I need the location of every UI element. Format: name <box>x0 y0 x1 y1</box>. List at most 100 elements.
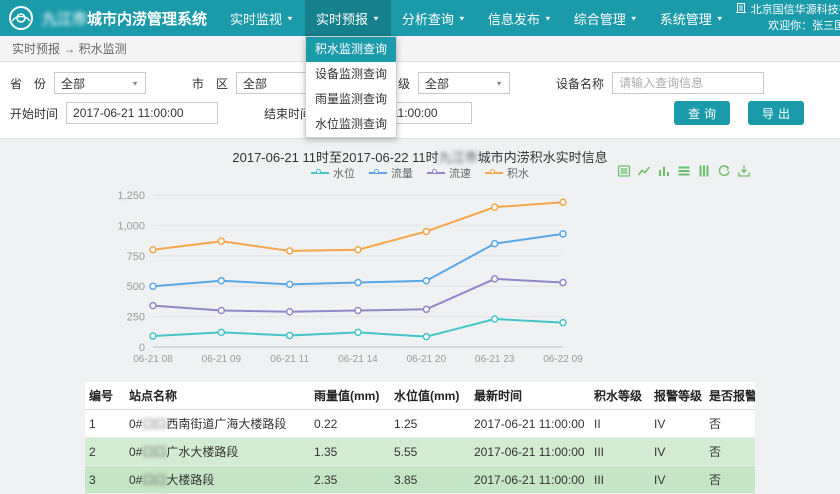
text-part: 广水大楼路段 <box>166 445 238 459</box>
table-row: 20#口口广水大楼路段1.355.552017-06-21 11:00:00II… <box>85 438 755 466</box>
device-label: 设备名称 <box>556 75 604 92</box>
dropdown-item-rainfall-monitor-query[interactable]: 雨量监测查询 <box>306 87 396 112</box>
cell-water-level: III <box>590 466 650 494</box>
text-part-redacted: 口口 <box>142 417 166 431</box>
data-table: 编号站点名称雨量值(mm)水位值(mm)最新时间积水等级报警等级是否报警 10#… <box>85 382 755 494</box>
menu-item-comprehensive-mgmt[interactable]: 综合管理▼ <box>563 0 649 36</box>
cell-is-alarm: 否 <box>705 410 755 438</box>
menu-item-analysis-query[interactable]: 分析查询▼ <box>391 0 477 36</box>
app-logo-icon <box>8 5 34 31</box>
legend-line-icon <box>427 172 445 174</box>
query-button[interactable]: 查询 <box>674 101 730 125</box>
table-header-cell: 是否报警 <box>705 382 755 410</box>
menu-item-label: 分析查询 <box>402 9 454 28</box>
table-header-cell: 雨量值(mm) <box>310 382 390 410</box>
menu-item-label: 信息发布 <box>488 9 540 28</box>
dropdown-item-waterlevel-monitor-query[interactable]: 水位监测查询 <box>306 112 396 137</box>
svg-text:06-21 11: 06-21 11 <box>270 354 309 365</box>
svg-text:750: 750 <box>127 251 145 263</box>
svg-text:06-21 20: 06-21 20 <box>407 354 447 365</box>
text-part: 西南街道广海大楼路段 <box>166 417 286 431</box>
svg-text:500: 500 <box>127 281 145 293</box>
toolbox-tiled-icon[interactable] <box>697 164 711 178</box>
svg-text:06-21 09: 06-21 09 <box>202 354 242 365</box>
toolbox-stack-icon[interactable] <box>677 164 691 178</box>
device-name-input[interactable] <box>612 72 764 94</box>
cell-alarm-level: IV <box>650 466 705 494</box>
cell-station-name: 0#口口广水大楼路段 <box>125 438 310 466</box>
toolbox-line-chart-icon[interactable] <box>637 164 651 178</box>
table-header-cell: 最新时间 <box>470 382 590 410</box>
chart-head: 水位 流量 流速 积水 <box>85 163 755 183</box>
company-icon <box>735 2 747 19</box>
city-label: 市 区 <box>192 75 228 92</box>
menu-item-system-mgmt[interactable]: 系统管理▼ <box>649 0 735 36</box>
menu-item-label: 系统管理 <box>660 9 712 28</box>
province-label: 省 份 <box>10 75 46 92</box>
table-row: 10#口口西南街道广海大楼路段0.221.252017-06-21 11:00:… <box>85 410 755 438</box>
cell-rain-value: 0.22 <box>310 410 390 438</box>
city-select-value: 全部 <box>243 75 267 92</box>
table-header-cell: 积水等级 <box>590 382 650 410</box>
dropdown-menu: 积水监测查询设备监测查询雨量监测查询水位监测查询 <box>305 36 397 138</box>
nav-left: 九江市城市内涝管理系统 实时监视▼实时预报▼分析查询▼信息发布▼综合管理▼系统管… <box>0 0 735 36</box>
export-button[interactable]: 导出 <box>748 101 804 125</box>
welcome-line: 欢迎你：张三国 ▼ ⚙ <box>768 19 840 34</box>
cell-is-alarm: 否 <box>705 466 755 494</box>
nav-right: 北京国信华源科技有限公司 欢迎你：张三国 ▼ ⚙ <box>735 0 840 36</box>
cell-water-value: 5.55 <box>390 438 470 466</box>
cell-latest-time: 2017-06-21 11:00:00 <box>470 410 590 438</box>
legend-dot-icon <box>490 169 495 174</box>
table-row: 30#口口大楼路段2.353.852017-06-21 11:00:00IIII… <box>85 466 755 494</box>
menu-item-label: 实时预报 <box>316 9 368 28</box>
legend-label: 水位 <box>333 165 355 181</box>
svg-text:06-22 09: 06-22 09 <box>543 354 583 365</box>
legend-item-流量[interactable]: 流量 <box>369 165 413 181</box>
user-welcome[interactable]: 欢迎你：张三国 <box>768 19 840 34</box>
toolbox-save-image-icon[interactable] <box>737 164 751 178</box>
chevron-down-icon: ▼ <box>544 14 552 21</box>
start-time-group: 开始时间 <box>10 102 218 124</box>
text-part: 0# <box>129 473 142 487</box>
menu-item-realtime-monitor[interactable]: 实时监视▼ <box>219 0 305 36</box>
start-time-input[interactable] <box>66 102 218 124</box>
action-buttons: 查询 导出 <box>674 101 804 125</box>
main-content: 2017-06-21 11时至2017-06-22 11时九江市城市内涝积水实时… <box>85 139 755 494</box>
legend-dot-icon <box>316 169 321 174</box>
legend-label: 流量 <box>391 165 413 181</box>
county-select[interactable]: 全部 ▼ <box>418 72 510 94</box>
dropdown-item-water-accumulation-query[interactable]: 积水监测查询 <box>306 37 396 62</box>
company-name: 北京国信华源科技有限公司 <box>751 3 840 18</box>
cell-rain-value: 2.35 <box>310 466 390 494</box>
svg-text:250: 250 <box>127 312 145 324</box>
cell-alarm-level: IV <box>650 410 705 438</box>
table-header-row: 编号站点名称雨量值(mm)水位值(mm)最新时间积水等级报警等级是否报警 <box>85 382 755 410</box>
menu-item-info-publish[interactable]: 信息发布 ▼ <box>477 0 563 36</box>
chevron-down-icon: ▼ <box>131 79 139 86</box>
menu-item-realtime-forecast[interactable]: 实时预报▼ <box>305 0 391 36</box>
dropdown-item-device-monitor-query[interactable]: 设备监测查询 <box>306 62 396 87</box>
company-line: 北京国信华源科技有限公司 <box>735 2 840 19</box>
legend-item-流速[interactable]: 流速 <box>427 165 471 181</box>
legend-item-积水[interactable]: 积水 <box>485 165 529 181</box>
chevron-down-icon: ▼ <box>630 14 638 21</box>
start-time-label: 开始时间 <box>10 105 58 122</box>
cell-water-level: II <box>590 410 650 438</box>
toolbox-data-view-icon[interactable] <box>617 164 631 178</box>
legend-label: 积水 <box>507 165 529 181</box>
menu-item-label: 实时监视 <box>230 9 282 28</box>
cell-latest-time: 2017-06-21 11:00:00 <box>470 438 590 466</box>
cell-alarm-level: IV <box>650 438 705 466</box>
legend-label: 流速 <box>449 165 471 181</box>
toolbox-restore-icon[interactable] <box>717 164 731 178</box>
toolbox-bar-chart-icon[interactable] <box>657 164 671 178</box>
province-select-value: 全部 <box>61 75 85 92</box>
legend-item-水位[interactable]: 水位 <box>311 165 355 181</box>
table-header-cell: 报警等级 <box>650 382 705 410</box>
svg-text:1,250: 1,250 <box>117 190 145 202</box>
cell-is-alarm: 否 <box>705 438 755 466</box>
svg-text:06-21 14: 06-21 14 <box>338 354 378 365</box>
cell-no: 3 <box>85 466 125 494</box>
chevron-down-icon: ▼ <box>495 79 503 86</box>
province-select[interactable]: 全部 ▼ <box>54 72 146 94</box>
